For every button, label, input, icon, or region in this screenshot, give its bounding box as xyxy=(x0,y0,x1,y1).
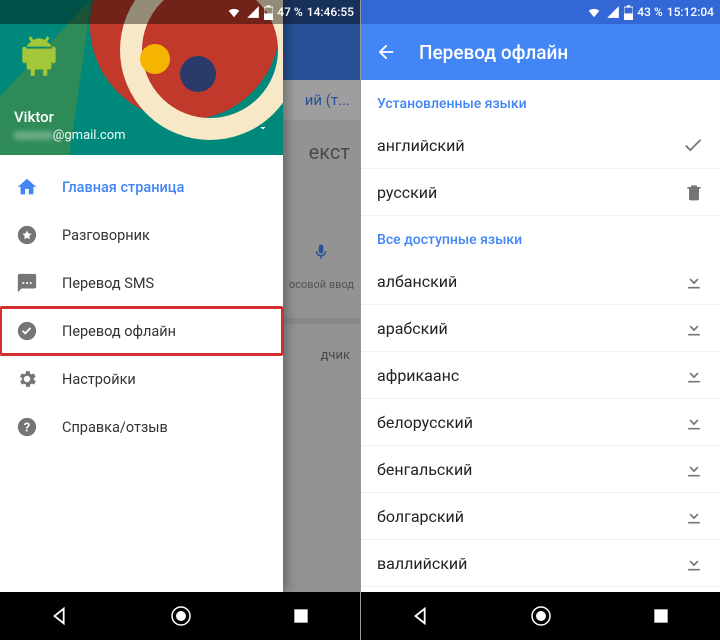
section-available: Все доступные языки xyxy=(361,216,720,258)
nav-back[interactable] xyxy=(410,605,432,627)
help-icon: ? xyxy=(16,416,38,438)
signal-icon xyxy=(606,5,620,19)
lang-row[interactable]: болгарский xyxy=(361,493,720,540)
download-icon[interactable] xyxy=(684,365,704,385)
lang-name: белорусский xyxy=(377,413,473,432)
lang-name: албанский xyxy=(377,272,457,291)
lang-name: болгарский xyxy=(377,507,464,526)
home-icon xyxy=(16,176,38,198)
nav-home[interactable] xyxy=(169,604,193,628)
menu-label: Главная страница xyxy=(62,179,184,196)
signal-icon xyxy=(246,5,260,19)
nav-bar xyxy=(0,592,360,640)
offline-list[interactable]: Установленные языки английский русский В… xyxy=(361,80,720,640)
lang-row[interactable]: арабский xyxy=(361,305,720,352)
lang-name: английский xyxy=(377,136,465,155)
nav-drawer: Viktor xxxxxx@gmail.com Главная страница… xyxy=(0,0,283,592)
status-bar: 43 % 15:12:04 xyxy=(361,0,720,24)
nav-bar xyxy=(361,592,720,640)
back-button[interactable] xyxy=(375,41,397,63)
wifi-icon xyxy=(226,5,242,19)
nav-back[interactable] xyxy=(49,605,71,627)
offline-icon xyxy=(16,320,38,342)
status-bar: 47 % 14:46:55 xyxy=(0,0,360,24)
drawer-menu: Главная страница Разговорник Перевод SMS… xyxy=(0,155,283,451)
menu-help[interactable]: ? Справка/отзыв xyxy=(0,403,283,451)
menu-settings[interactable]: Настройки xyxy=(0,355,283,403)
section-installed: Установленные языки xyxy=(361,80,720,122)
battery-percent: 47 % xyxy=(277,5,302,19)
lang-row[interactable]: африкаанс xyxy=(361,352,720,399)
lang-name: валлийский xyxy=(377,554,467,573)
download-icon[interactable] xyxy=(684,459,704,479)
nav-recent[interactable] xyxy=(651,606,671,626)
download-icon[interactable] xyxy=(684,553,704,573)
clock: 15:12:04 xyxy=(667,5,714,19)
menu-phrasebook[interactable]: Разговорник xyxy=(0,211,283,259)
lang-row[interactable]: албанский xyxy=(361,258,720,305)
menu-home[interactable]: Главная страница xyxy=(0,163,283,211)
phone-right: 43 % 15:12:04 Перевод офлайн Установленн… xyxy=(360,0,720,640)
lang-name: арабский xyxy=(377,319,448,338)
nav-home[interactable] xyxy=(529,604,553,628)
android-avatar xyxy=(14,32,64,82)
account-email: xxxxxx@gmail.com xyxy=(14,128,126,143)
check-icon xyxy=(682,134,704,156)
lang-name: русский xyxy=(377,183,437,202)
battery-icon xyxy=(264,5,273,20)
svg-text:?: ? xyxy=(24,421,30,436)
app-bar-title: Перевод офлайн xyxy=(419,41,568,64)
lang-name: бенгальский xyxy=(377,460,472,479)
lang-row[interactable]: белорусский xyxy=(361,399,720,446)
download-icon[interactable] xyxy=(684,412,704,432)
account-switcher[interactable] xyxy=(257,122,269,134)
download-icon[interactable] xyxy=(684,271,704,291)
download-icon[interactable] xyxy=(684,318,704,338)
battery-percent: 43 % xyxy=(637,5,662,19)
app-bar: Перевод офлайн xyxy=(361,24,720,80)
clock: 14:46:55 xyxy=(307,5,354,19)
nav-recent[interactable] xyxy=(291,606,311,626)
menu-label: Перевод офлайн xyxy=(62,323,176,340)
gear-icon xyxy=(16,368,38,390)
lang-row[interactable]: русский xyxy=(361,169,720,216)
wifi-icon xyxy=(586,5,602,19)
menu-label: Справка/отзыв xyxy=(62,419,168,436)
lang-row[interactable]: бенгальский xyxy=(361,446,720,493)
download-icon[interactable] xyxy=(684,506,704,526)
menu-offline[interactable]: Перевод офлайн xyxy=(0,307,283,355)
lang-row[interactable]: английский xyxy=(361,122,720,169)
sms-icon xyxy=(16,272,38,294)
menu-sms[interactable]: Перевод SMS xyxy=(0,259,283,307)
lang-name: африкаанс xyxy=(377,366,459,385)
account-name: Viktor xyxy=(14,108,54,126)
menu-label: Разговорник xyxy=(62,227,150,244)
delete-icon[interactable] xyxy=(684,182,704,202)
phone-left: ий (т... екст осовой ввод дчик Vi xyxy=(0,0,360,640)
menu-label: Настройки xyxy=(62,371,136,388)
lang-row[interactable]: валлийский xyxy=(361,540,720,587)
star-circle-icon xyxy=(16,224,38,246)
battery-icon xyxy=(624,5,633,20)
menu-label: Перевод SMS xyxy=(62,275,154,292)
